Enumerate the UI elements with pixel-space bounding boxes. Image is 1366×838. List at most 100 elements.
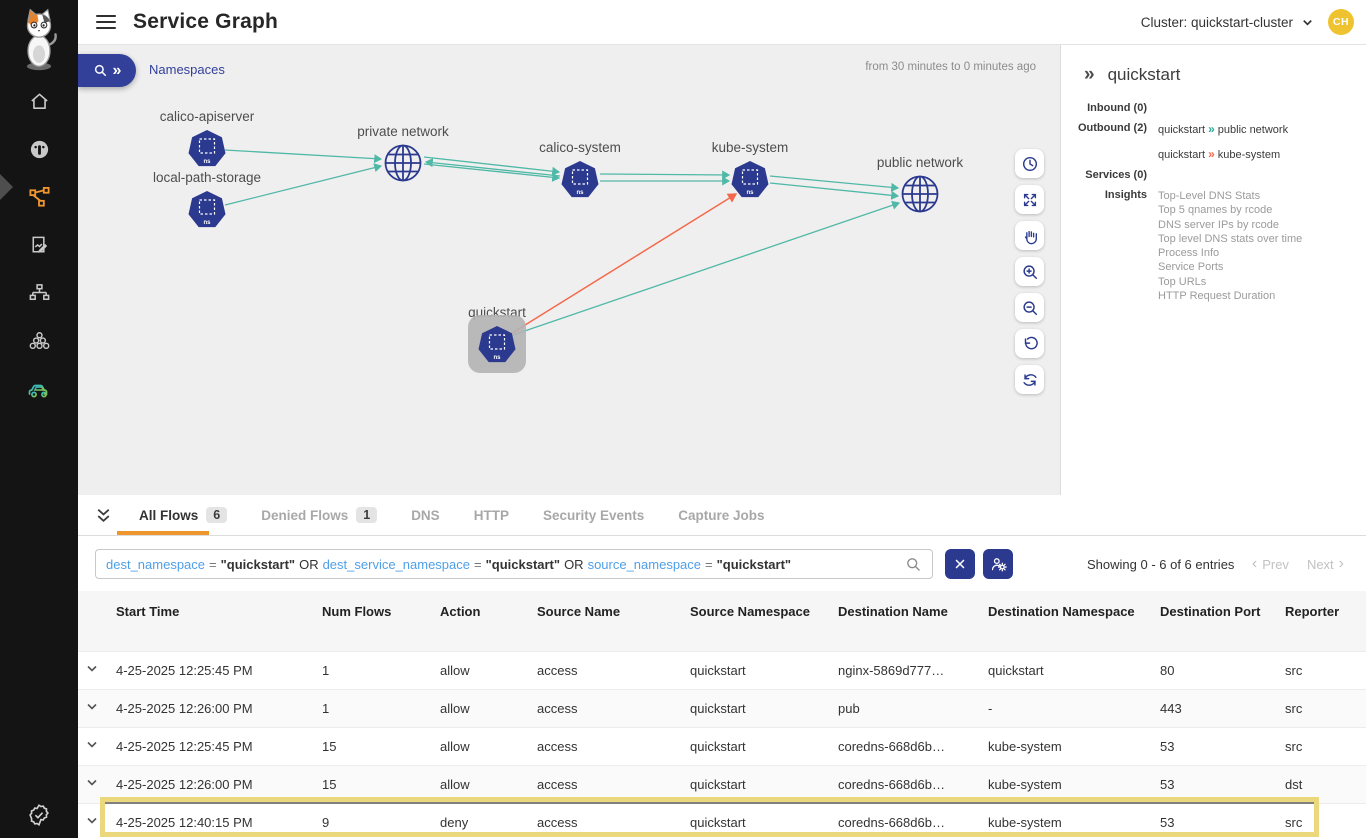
sidebar-item-policies[interactable] xyxy=(0,222,78,270)
search-icon[interactable] xyxy=(905,556,922,573)
table-row[interactable]: 4-25-2025 12:25:45 PM 15 allow access qu… xyxy=(78,727,1366,765)
insight-item[interactable]: Top 5 qnames by rcode xyxy=(1158,203,1302,217)
node-label: public network xyxy=(845,154,995,172)
menu-button[interactable] xyxy=(96,15,116,30)
graph-toolbar xyxy=(1015,149,1044,394)
column-header-num-flows[interactable]: Num Flows xyxy=(322,591,440,651)
column-header-reporter[interactable]: Reporter xyxy=(1285,591,1366,651)
graph-node-local-path-storage[interactable]: local-path-storage ns xyxy=(132,169,282,229)
column-header-source-name[interactable]: Source Name xyxy=(537,591,690,651)
pagination: Prev Next xyxy=(1252,555,1354,573)
table-row[interactable]: 4-25-2025 12:26:00 PM 15 allow access qu… xyxy=(78,765,1366,803)
insight-item[interactable]: Process Info xyxy=(1158,246,1302,260)
column-header-start-time[interactable]: Start Time xyxy=(116,591,322,651)
query-token: "quickstart" xyxy=(717,557,791,572)
refresh-button[interactable] xyxy=(1015,365,1044,394)
home-icon xyxy=(28,90,51,113)
sidebar-nav xyxy=(0,78,78,414)
hand-icon xyxy=(1021,227,1039,245)
tab-security-events[interactable]: Security Events xyxy=(543,508,644,523)
cluster-selector[interactable]: Cluster: quickstart-cluster xyxy=(1141,15,1314,30)
graph-node-public-network[interactable]: public network xyxy=(845,154,995,214)
expand-row-button[interactable] xyxy=(78,765,116,803)
graph-node-quickstart[interactable]: quickstart ns xyxy=(422,304,572,364)
pan-button[interactable] xyxy=(1015,221,1044,250)
globe-icon xyxy=(383,143,423,183)
flow-denied-icon xyxy=(1208,147,1215,161)
graph-node-calico-apiserver[interactable]: calico-apiserver ns xyxy=(132,108,282,168)
graph-node-private-network[interactable]: private network xyxy=(328,123,478,183)
avatar[interactable]: CH xyxy=(1328,9,1354,35)
column-settings-button[interactable] xyxy=(983,549,1013,579)
ns-badge: ns xyxy=(493,355,501,361)
sidebar-item-clusters[interactable] xyxy=(0,318,78,366)
clear-filter-button[interactable] xyxy=(945,549,975,579)
graph-node-calico-system[interactable]: calico-system ns xyxy=(505,139,655,199)
table-row[interactable]: 4-25-2025 12:26:00 PM 1 allow access qui… xyxy=(78,689,1366,727)
services-label: Services (0) xyxy=(1061,169,1147,181)
sidebar-item-dashboard[interactable] xyxy=(0,126,78,174)
tab-dns[interactable]: DNS xyxy=(411,508,440,523)
page-title: Service Graph xyxy=(133,10,278,34)
column-header-action[interactable]: Action xyxy=(440,591,537,651)
sidebar-item-endpoints[interactable] xyxy=(0,270,78,318)
top-header: Service Graph Cluster: quickstart-cluste… xyxy=(78,0,1366,45)
column-header-destination-port[interactable]: Destination Port xyxy=(1160,591,1285,651)
column-header-destination-namespace[interactable]: Destination Namespace xyxy=(988,591,1160,651)
node-label: private network xyxy=(328,123,478,141)
expand-row-button[interactable] xyxy=(78,803,116,838)
breadcrumb[interactable]: Namespaces xyxy=(149,62,225,77)
prev-button[interactable]: Prev xyxy=(1252,555,1289,573)
double-chevron-down-icon xyxy=(94,506,113,525)
column-header-destination-name[interactable]: Destination Name xyxy=(838,591,988,651)
query-token: dest_service_namespace xyxy=(323,557,470,572)
tab-capture-jobs[interactable]: Capture Jobs xyxy=(678,508,764,523)
cluster-label: Cluster: quickstart-cluster xyxy=(1141,15,1293,30)
time-range-button[interactable] xyxy=(1015,149,1044,178)
graph-search-pill[interactable] xyxy=(78,54,136,87)
chevron-left-icon xyxy=(1252,555,1257,573)
expand-row-button[interactable] xyxy=(78,727,116,765)
outbound-flow-kube-system[interactable]: quickstartkube-system xyxy=(1158,147,1288,161)
tab-all-flows[interactable]: All Flows 6 xyxy=(139,507,227,523)
insight-item[interactable]: DNS server IPs by rcode xyxy=(1158,218,1302,232)
tab-http[interactable]: HTTP xyxy=(474,508,509,523)
expand-row-button[interactable] xyxy=(78,651,116,689)
car-icon xyxy=(27,378,51,402)
collapse-flows-icon[interactable] xyxy=(94,506,113,525)
reset-view-button[interactable] xyxy=(1015,329,1044,358)
outbound-flow-public-network[interactable]: quickstartpublic network xyxy=(1158,122,1288,136)
sidebar-item-home[interactable] xyxy=(0,78,78,126)
service-graph-canvas[interactable]: calico-apiserver ns local-path-storage n… xyxy=(78,45,1060,495)
time-range-label: from 30 minutes to 0 minutes ago xyxy=(865,61,1036,73)
insight-item[interactable]: Top-Level DNS Stats xyxy=(1158,189,1302,203)
table-row-highlighted[interactable]: 4-25-2025 12:40:15 PM 9 deny access quic… xyxy=(78,803,1366,838)
zoom-in-icon xyxy=(1021,263,1039,281)
namespace-icon: ns xyxy=(477,324,517,365)
details-title: quickstart xyxy=(1108,65,1181,85)
query-token: "quickstart" xyxy=(486,557,560,572)
collapse-panel-icon[interactable] xyxy=(1084,65,1095,85)
graph-node-kube-system[interactable]: kube-system ns xyxy=(675,139,825,199)
app-root: Service Graph Cluster: quickstart-cluste… xyxy=(0,0,1366,838)
verified-badge-icon[interactable] xyxy=(26,802,52,828)
flows-table: Start Time Num Flows Action Source Name … xyxy=(78,591,1366,838)
filter-bar: dest_namespace = "quickstart" OR dest_se… xyxy=(78,536,1366,591)
tab-denied-flows[interactable]: Denied Flows 1 xyxy=(261,507,377,523)
calico-cat-logo[interactable] xyxy=(17,8,61,72)
service-graph-icon xyxy=(28,186,51,209)
insight-item[interactable]: Top URLs xyxy=(1158,275,1302,289)
next-button[interactable]: Next xyxy=(1307,555,1344,573)
query-token: = xyxy=(705,557,713,572)
sidebar-item-calico-cloud[interactable] xyxy=(0,366,78,414)
table-row[interactable]: 4-25-2025 12:25:45 PM 1 allow access qui… xyxy=(78,651,1366,689)
column-header-source-namespace[interactable]: Source Namespace xyxy=(690,591,838,651)
insight-item[interactable]: Top level DNS stats over time xyxy=(1158,232,1302,246)
expand-row-button[interactable] xyxy=(78,689,116,727)
fit-to-screen-button[interactable] xyxy=(1015,185,1044,214)
zoom-out-button[interactable] xyxy=(1015,293,1044,322)
insight-item[interactable]: Service Ports xyxy=(1158,260,1302,274)
insight-item[interactable]: HTTP Request Duration xyxy=(1158,289,1302,303)
zoom-in-button[interactable] xyxy=(1015,257,1044,286)
flow-filter-input[interactable]: dest_namespace = "quickstart" OR dest_se… xyxy=(95,549,933,579)
